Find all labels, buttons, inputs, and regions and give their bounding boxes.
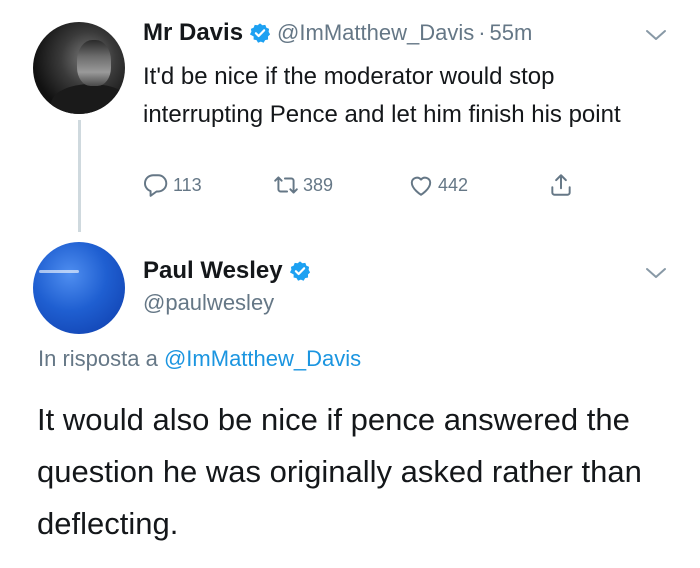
retweet-icon <box>274 176 298 194</box>
tweet2-text: It would also be nice if pence answered … <box>37 402 642 541</box>
chevron-down-icon[interactable] <box>645 266 667 280</box>
reply-count: 113 <box>173 174 202 195</box>
avatar-shoulder <box>51 84 125 114</box>
share-icon <box>551 174 571 196</box>
retweet-button[interactable]: 389 <box>273 172 333 198</box>
tweet1-text: It'd be nice if the moderator would stop… <box>143 63 621 128</box>
like-count: 442 <box>438 174 469 195</box>
avatar-paul-wesley[interactable] <box>33 242 125 334</box>
tweet1-handle[interactable]: @ImMatthew_Davis <box>277 20 474 46</box>
avatar-mr-davis[interactable] <box>33 22 125 114</box>
tweet2-handle-row: @paulwesley <box>143 288 274 318</box>
share-button[interactable] <box>548 172 578 198</box>
tweet1-header: Mr Davis @ImMatthew_Davis · 55m <box>143 16 532 50</box>
tweet2-author-name[interactable]: Paul Wesley <box>143 257 283 285</box>
reply-icon <box>144 174 168 197</box>
tweet1-author-name[interactable]: Mr Davis <box>143 19 243 47</box>
chevron-down-icon[interactable] <box>645 28 667 42</box>
tweet2-header: Paul Wesley <box>143 254 317 288</box>
reply-context: In risposta a @ImMatthew_Davis <box>38 346 361 372</box>
tweet2-handle[interactable]: @paulwesley <box>143 290 274 316</box>
avatar-face <box>77 40 111 86</box>
thread-connector-line <box>78 120 81 232</box>
verified-badge-icon <box>289 261 310 281</box>
like-icon <box>410 176 432 196</box>
tweet1-timestamp[interactable]: 55m <box>490 20 533 46</box>
avatar-highlight <box>39 270 79 273</box>
reply-prefix: In risposta a <box>38 346 158 371</box>
reply-mention-link[interactable]: @ImMatthew_Davis <box>164 346 361 371</box>
like-button[interactable]: 442 <box>408 172 468 198</box>
verified-badge-icon <box>249 23 271 43</box>
reply-button[interactable]: 113 <box>143 172 202 198</box>
retweet-count: 389 <box>303 174 334 195</box>
tweet1-separator: · <box>478 20 486 45</box>
